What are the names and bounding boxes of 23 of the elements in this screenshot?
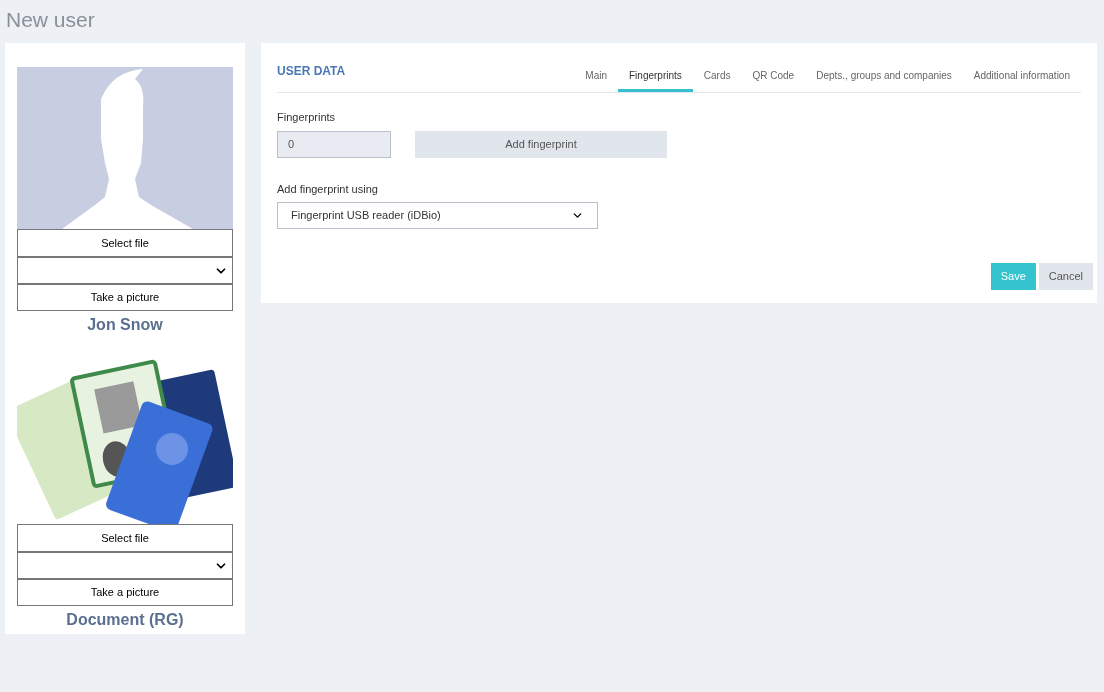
tab[interactable]: Main xyxy=(574,62,618,92)
tab[interactable]: Cards xyxy=(692,62,742,92)
cancel-button[interactable]: Cancel xyxy=(1038,263,1093,290)
source-select[interactable] xyxy=(17,552,233,579)
select-file-button[interactable]: Select file xyxy=(17,229,233,257)
tab[interactable]: QR Code xyxy=(741,62,806,92)
tab[interactable]: Additional information xyxy=(962,62,1081,92)
method-select[interactable]: Fingerprint USB reader (iDBio) xyxy=(277,202,598,229)
tab[interactable]: Fingerprints xyxy=(618,62,693,92)
fingerprints-label: Fingerprints xyxy=(277,110,337,125)
panel-title: USER DATA xyxy=(277,62,346,80)
take-picture-button[interactable]: Take a picture xyxy=(17,579,233,606)
select-file-button[interactable]: Select file xyxy=(17,524,233,552)
card-caption: Document (RG) xyxy=(66,610,184,630)
avatar-silhouette-icon xyxy=(17,67,233,229)
method-label: Add fingerprint using xyxy=(277,181,379,197)
card-caption: Jon Snow xyxy=(87,315,163,335)
tab[interactable]: Depts., groups and companies xyxy=(805,62,963,92)
take-picture-button[interactable]: Take a picture xyxy=(17,284,233,311)
page-title: New user xyxy=(6,8,95,31)
source-select[interactable] xyxy=(17,257,233,284)
add-fingerprint-button[interactable]: Add fingerprint xyxy=(415,130,667,158)
fingerprints-count-field[interactable]: 0 xyxy=(277,130,391,158)
